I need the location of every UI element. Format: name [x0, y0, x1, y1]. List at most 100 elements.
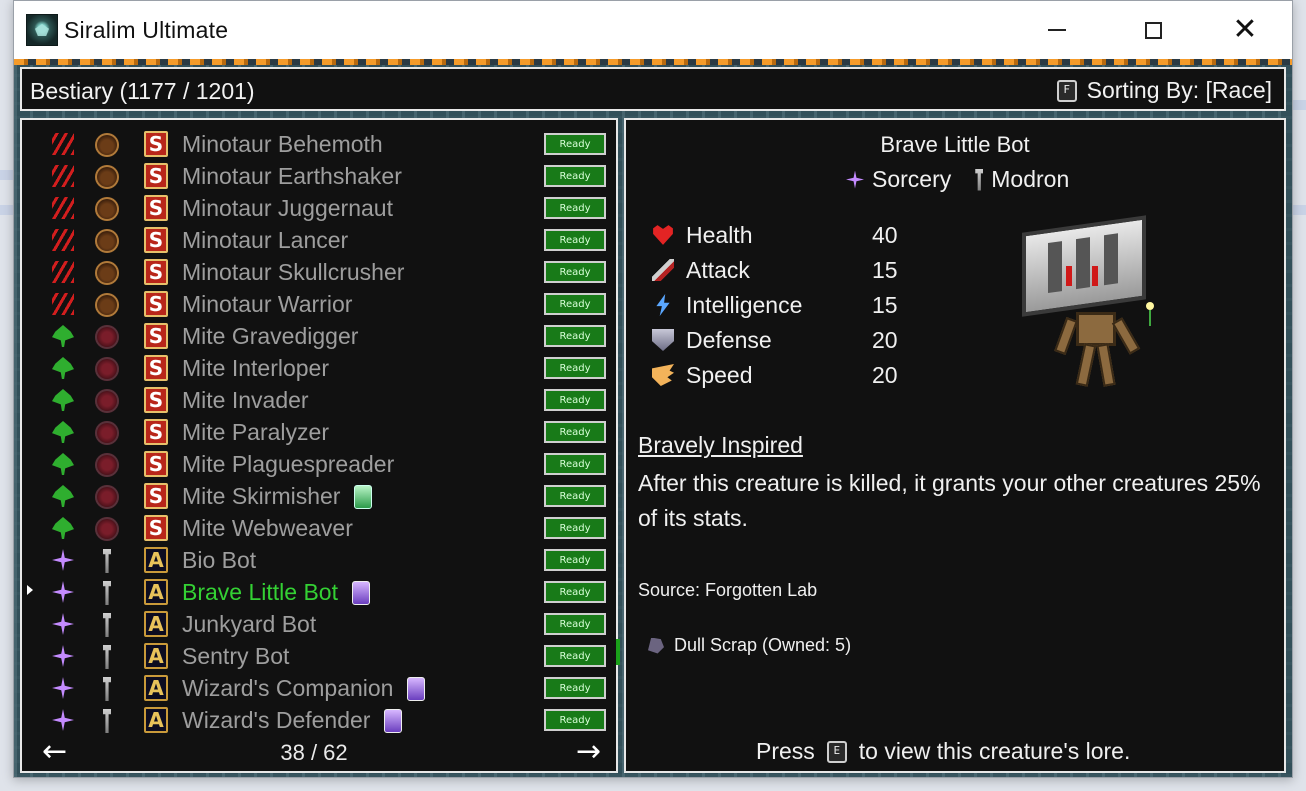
minotaur-race-icon — [95, 261, 119, 285]
leaf-icon — [52, 421, 74, 443]
creature-row-name: Minotaur Warrior — [182, 291, 353, 317]
creature-row[interactable]: A Sentry Bot Ready — [22, 640, 616, 672]
claw-icon — [52, 293, 74, 315]
creature-row[interactable]: S Minotaur Earthshaker Ready — [22, 160, 616, 192]
minotaur-race-icon — [95, 165, 119, 189]
ready-badge: Ready — [544, 709, 606, 731]
rarity-letter-icon: S — [144, 131, 168, 157]
scrap-icon — [648, 637, 664, 654]
material-label: Dull Scrap (Owned: 5) — [674, 635, 852, 655]
minotaur-race-icon — [95, 197, 119, 221]
sort-control[interactable]: F Sorting By: [Race] — [1056, 77, 1272, 104]
selection-cursor-icon — [27, 585, 33, 595]
creature-row-name: Mite Invader — [182, 387, 309, 413]
creature-types: Sorcery Modron — [846, 166, 1069, 193]
creature-row-name: Minotaur Earthshaker — [182, 163, 402, 189]
minimize-button[interactable] — [1034, 11, 1080, 49]
creature-detail-panel: Brave Little Bot Sorcery Modron Health 40… — [624, 118, 1286, 773]
f-key-icon: F — [1056, 79, 1077, 102]
creature-row-name: Sentry Bot — [182, 643, 290, 669]
ready-badge: Ready — [544, 389, 606, 411]
game-viewport: Bestiary (1177 / 1201) F Sorting By: [Ra… — [14, 59, 1292, 777]
claw-icon — [52, 197, 74, 219]
pagination: ← 38 / 62 → — [22, 734, 616, 770]
ready-badge: Ready — [544, 421, 606, 443]
minotaur-race-icon — [95, 133, 119, 157]
creature-row[interactable]: S Minotaur Skullcrusher Ready — [22, 256, 616, 288]
ready-badge: Ready — [544, 581, 606, 603]
mite-race-icon — [95, 421, 119, 445]
creature-row[interactable]: A Brave Little Bot Ready — [22, 576, 616, 608]
creature-row[interactable]: S Minotaur Warrior Ready — [22, 288, 616, 320]
stat-value: 40 — [872, 222, 898, 248]
ready-badge: Ready — [544, 613, 606, 635]
minotaur-race-icon — [95, 293, 119, 317]
stat-row: Speed 20 — [652, 360, 912, 390]
rarity-letter-icon: S — [144, 483, 168, 509]
creature-row[interactable]: S Mite Gravedigger Ready — [22, 320, 616, 352]
creature-class: Sorcery — [872, 166, 952, 192]
creature-row-name: Mite Interloper — [182, 355, 330, 381]
mite-race-icon — [95, 325, 119, 349]
modron-race-icon — [975, 168, 984, 191]
creature-row[interactable]: S Minotaur Behemoth Ready — [22, 128, 616, 160]
creature-row-name: Mite Webweaver — [182, 515, 353, 541]
creature-row[interactable]: S Mite Interloper Ready — [22, 352, 616, 384]
ready-badge: Ready — [544, 677, 606, 699]
purple-gem-icon — [407, 677, 425, 701]
app-icon — [26, 14, 58, 46]
creature-row[interactable]: S Mite Plaguespreader Ready — [22, 448, 616, 480]
creature-row-name: Mite Paralyzer — [182, 419, 329, 445]
heart-icon — [653, 225, 673, 245]
creature-row-name: Junkyard Bot — [182, 611, 317, 637]
ready-badge: Ready — [544, 229, 606, 251]
creature-row[interactable]: A Wizard's Companion Ready — [22, 672, 616, 704]
lightning-icon — [656, 294, 670, 316]
sort-label: Sorting By: [Race] — [1086, 77, 1272, 103]
title-bar[interactable]: Siralim Ultimate ✕ — [14, 1, 1292, 59]
creature-row[interactable]: S Mite Invader Ready — [22, 384, 616, 416]
creature-row[interactable]: S Minotaur Lancer Ready — [22, 224, 616, 256]
leaf-icon — [52, 357, 74, 379]
sorcery-icon — [52, 677, 74, 699]
creature-row[interactable]: A Wizard's Defender Ready — [22, 704, 616, 736]
trait-description: After this creature is killed, it grants… — [638, 470, 1261, 531]
creature-row[interactable]: S Mite Webweaver Ready — [22, 512, 616, 544]
maximize-button[interactable] — [1130, 11, 1176, 49]
ready-badge: Ready — [544, 453, 606, 475]
rarity-letter-icon: A — [144, 611, 168, 637]
ready-badge: Ready — [544, 133, 606, 155]
modron-race-icon — [95, 677, 119, 701]
scroll-indicator — [616, 639, 620, 665]
creature-row[interactable]: S Minotaur Juggernaut Ready — [22, 192, 616, 224]
rarity-letter-icon: S — [144, 291, 168, 317]
creature-row-name: Mite Skirmisher — [182, 483, 341, 509]
rarity-letter-icon: A — [144, 675, 168, 701]
rarity-letter-icon: A — [144, 579, 168, 605]
shield-icon — [652, 329, 674, 351]
modron-race-icon — [95, 613, 119, 637]
stat-label: Health — [686, 222, 753, 248]
claw-icon — [52, 133, 74, 155]
creature-row-name: Minotaur Juggernaut — [182, 195, 393, 221]
ready-badge: Ready — [544, 165, 606, 187]
creature-row-name: Minotaur Behemoth — [182, 131, 383, 157]
e-key-icon: E — [826, 740, 847, 763]
creature-row-name: Minotaur Skullcrusher — [182, 259, 405, 285]
mite-race-icon — [95, 389, 119, 413]
stat-value: 20 — [872, 362, 898, 388]
ready-badge: Ready — [544, 325, 606, 347]
stat-value: 15 — [872, 292, 898, 318]
creature-row[interactable]: A Junkyard Bot Ready — [22, 608, 616, 640]
leaf-icon — [52, 517, 74, 539]
creature-row[interactable]: S Mite Paralyzer Ready — [22, 416, 616, 448]
stat-row: Intelligence 15 — [652, 290, 912, 320]
rarity-letter-icon: S — [144, 515, 168, 541]
creature-row[interactable]: A Bio Bot Ready — [22, 544, 616, 576]
next-page-arrow-icon[interactable]: → — [576, 734, 601, 769]
modron-race-icon — [95, 645, 119, 669]
creature-race: Modron — [991, 166, 1070, 192]
creature-row[interactable]: S Mite Skirmisher Ready — [22, 480, 616, 512]
close-button[interactable]: ✕ — [1222, 11, 1268, 49]
stat-row: Health 40 — [652, 220, 912, 250]
